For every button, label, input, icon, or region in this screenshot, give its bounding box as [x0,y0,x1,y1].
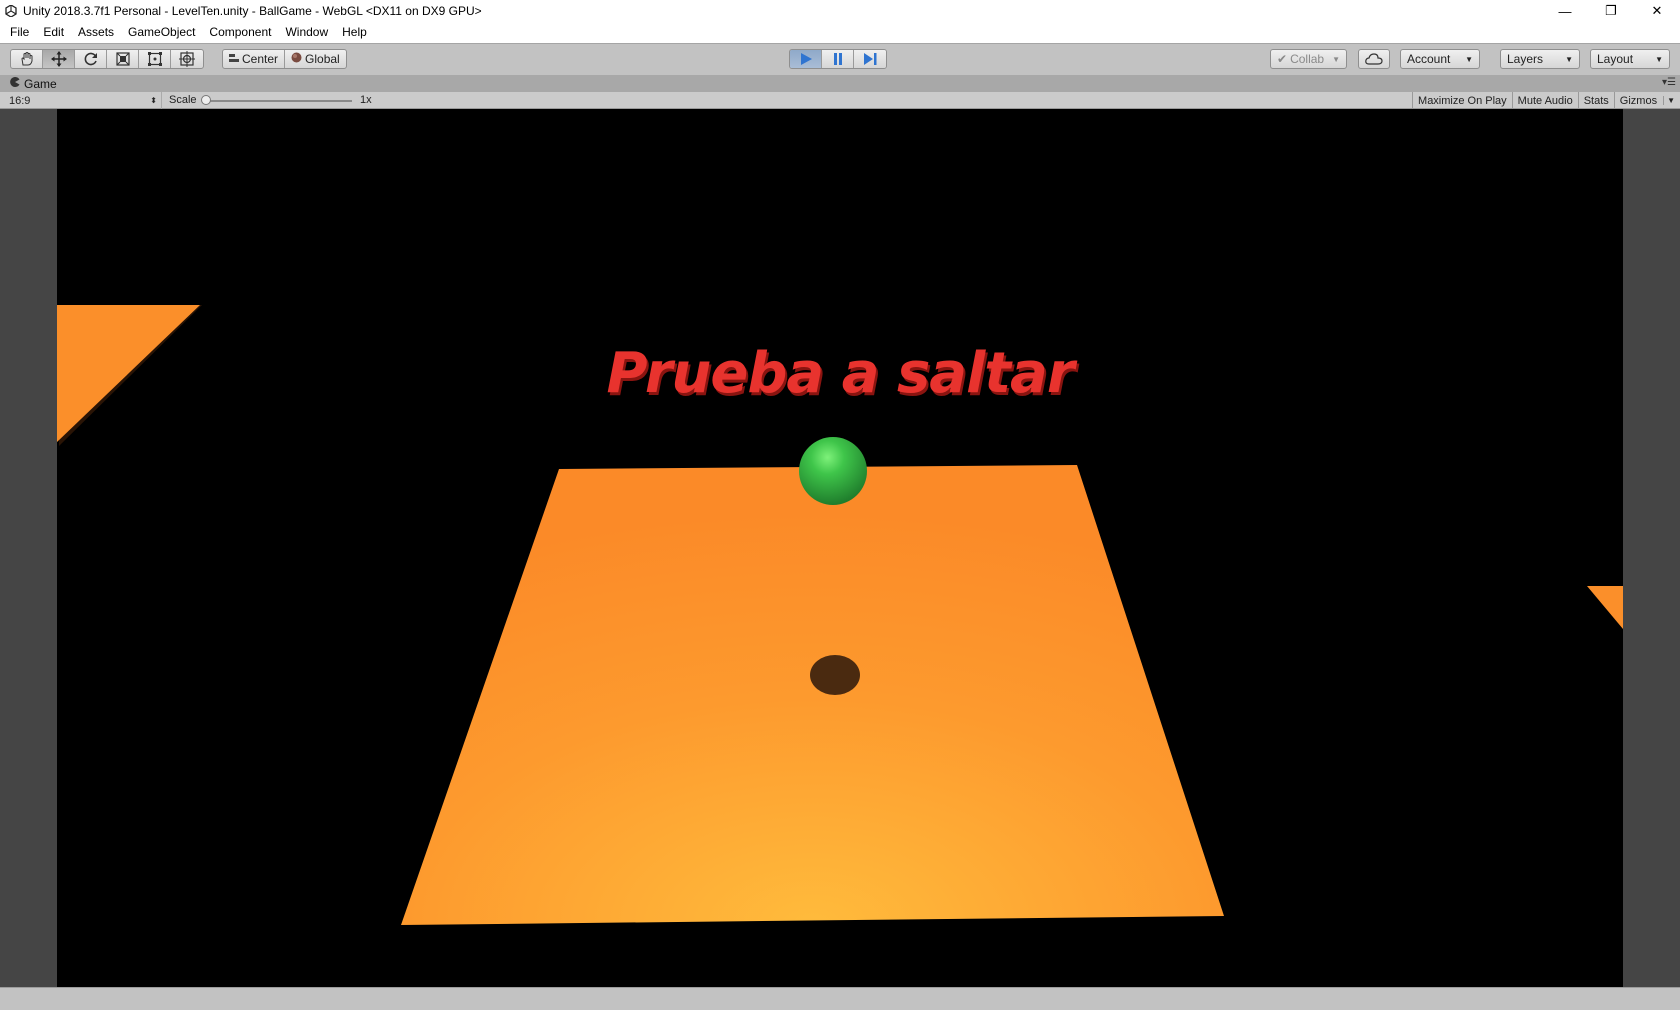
game-view[interactable]: Prueba a saltar [57,109,1623,987]
rotate-icon [84,52,97,66]
menu-gameobject[interactable]: GameObject [121,22,202,43]
chevron-down-icon: ▼ [1663,96,1675,105]
status-bar [0,987,1680,1010]
scale-slider-track[interactable] [206,100,352,102]
cloud-icon [1365,53,1383,65]
chevron-down-icon: ▼ [1655,54,1663,64]
chevron-down-icon: ▼ [1465,54,1473,64]
layers-dropdown[interactable]: Layers ▼ [1500,49,1580,69]
combined-transform-icon [179,51,195,67]
chevron-down-icon: ▼ [1332,54,1341,64]
rect-transform-icon [147,52,162,66]
pivot-center-toggle[interactable]: Center [223,50,286,68]
transform-tools [10,49,204,69]
gizmos-toggle[interactable]: Gizmos ▼ [1613,92,1680,109]
menu-file[interactable]: File [3,22,36,43]
pause-icon [833,53,842,65]
hint-text: Prueba a saltar [606,341,1075,406]
step-icon [864,53,877,65]
tab-options-icon[interactable]: ▾☰ [1662,77,1676,88]
pacman-icon [10,77,20,90]
minimize-button[interactable]: — [1542,0,1588,22]
title-bar: Unity 2018.3.7f1 Personal - LevelTen.uni… [0,0,1680,22]
window-title: Unity 2018.3.7f1 Personal - LevelTen.uni… [23,4,482,18]
player-ball [799,437,867,505]
playback-controls [789,49,887,69]
hand-icon [20,52,32,66]
updown-icon: ⬍ [150,96,157,105]
play-icon [800,53,812,65]
tab-game[interactable]: Game [4,75,63,92]
globe-icon [291,52,302,66]
play-button[interactable] [790,50,822,68]
unity-logo-icon [4,4,18,18]
space-global-toggle[interactable]: Global [285,50,346,68]
move-icon [50,51,67,67]
step-button[interactable] [854,50,886,68]
menu-assets[interactable]: Assets [71,22,121,43]
tab-game-label: Game [24,76,57,91]
cloud-button[interactable] [1358,49,1390,69]
menu-bar: File Edit Assets GameObject Component Wi… [0,22,1680,43]
game-scene [57,305,1623,925]
scale-value: 1x [360,94,372,106]
restore-button[interactable]: ❐ [1588,0,1634,22]
hand-tool-button[interactable] [11,50,43,68]
account-dropdown[interactable]: Account ▼ [1400,49,1480,69]
rotate-tool-button[interactable] [75,50,107,68]
scale-slider-thumb[interactable] [201,95,211,105]
mute-audio-toggle[interactable]: Mute Audio [1511,92,1578,109]
scale-label: Scale [169,94,197,106]
space-global-label: Global [305,52,340,66]
menu-help[interactable]: Help [335,22,374,43]
account-label: Account [1407,52,1451,66]
scale-tool-button[interactable] [107,50,139,68]
collab-label: Collab [1290,52,1325,66]
right-platform [1587,586,1623,629]
layout-label: Layout [1597,52,1634,66]
transform-tool-button[interactable] [171,50,203,68]
chevron-down-icon: ▼ [1565,54,1573,64]
aspect-ratio-label: 16:9 [9,94,31,107]
ball-shadow [810,655,860,695]
close-button[interactable]: ✕ [1634,0,1680,22]
pivot-center-label: Center [242,52,279,66]
aspect-ratio-dropdown[interactable]: 16:9 ⬍ [4,92,162,109]
main-platform [401,465,1224,925]
rect-tool-button[interactable] [139,50,171,68]
main-toolbar: Center Global ✔ Collab ▼ Account ▼ Layer… [0,43,1680,75]
game-toolbar: 16:9 ⬍ Scale 1x Maximize On Play Mute Au… [0,92,1680,109]
menu-window[interactable]: Window [278,22,335,43]
pivot-toggles: Center Global [222,49,347,69]
check-icon: ✔ [1277,52,1288,66]
scale-icon [115,52,130,66]
tab-bar: Game ▾☰ [0,75,1680,92]
gizmos-label: Gizmos [1619,94,1658,107]
maximize-on-play-toggle[interactable]: Maximize On Play [1412,92,1512,109]
layers-label: Layers [1507,52,1544,66]
layout-dropdown[interactable]: Layout ▼ [1590,49,1670,69]
pause-button[interactable] [822,50,854,68]
collab-dropdown[interactable]: ✔ Collab ▼ [1270,49,1347,69]
menu-edit[interactable]: Edit [36,22,71,43]
pivot-icon [229,52,239,66]
stats-toggle[interactable]: Stats [1577,92,1614,109]
menu-component[interactable]: Component [202,22,278,43]
move-tool-button[interactable] [43,50,75,68]
